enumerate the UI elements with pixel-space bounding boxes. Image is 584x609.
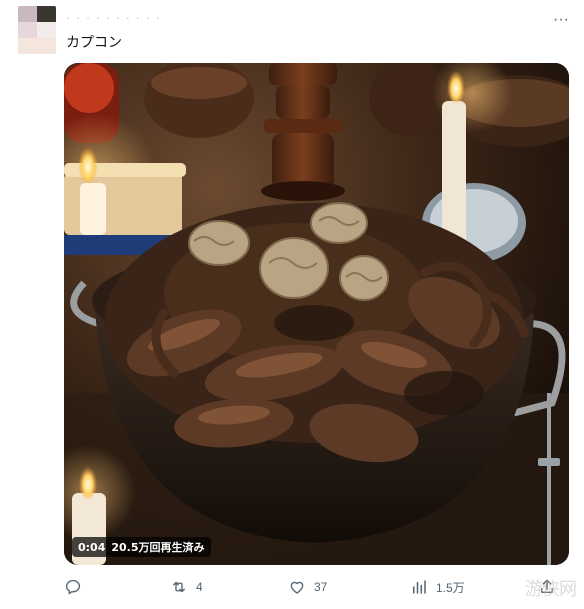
tweet-card: · · · · · · · · · · ··· カプコン 0:04 20.5万回… — [0, 0, 584, 609]
retweet-icon — [173, 581, 185, 593]
tweet-actions: 4 37 1.5万 — [60, 574, 580, 600]
author-name[interactable]: · · · · · · · · · · — [66, 10, 161, 25]
watermark: 游侠网 — [525, 579, 577, 600]
views-button[interactable]: 1.5万 — [410, 574, 465, 600]
reply-icon — [65, 579, 81, 595]
tweet-text: カプコン — [66, 35, 122, 51]
video-views: 20.5万回再生済み — [111, 541, 205, 554]
video-duration: 0:04 — [78, 540, 106, 554]
retweet-count: 4 — [196, 580, 203, 594]
video-thumbnail[interactable]: 0:04 20.5万回再生済み — [64, 63, 569, 565]
video-frame — [64, 63, 569, 565]
like-button[interactable]: 37 — [288, 574, 327, 600]
video-info-badge: 0:04 20.5万回再生済み — [72, 537, 211, 557]
like-count: 37 — [314, 580, 328, 594]
retweet-button[interactable]: 4 — [170, 574, 203, 600]
more-horizontal-icon[interactable]: ··· — [550, 12, 572, 28]
views-chart-icon — [413, 580, 426, 594]
reply-button[interactable] — [64, 574, 90, 600]
views-count: 1.5万 — [436, 580, 465, 595]
heart-icon — [290, 581, 304, 594]
avatar[interactable] — [18, 6, 56, 54]
